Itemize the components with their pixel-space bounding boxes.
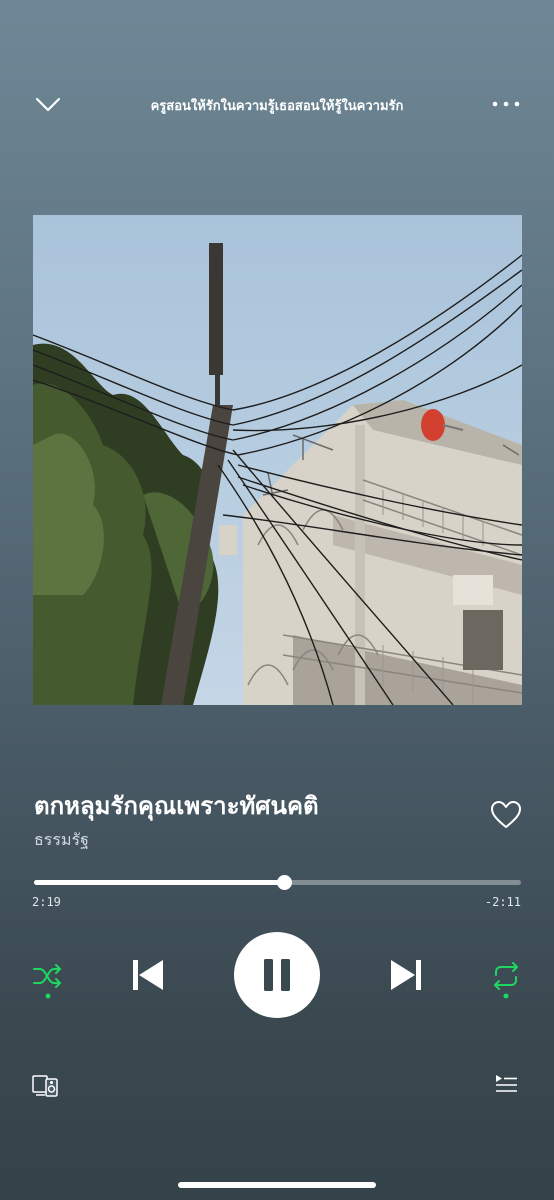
devices-icon xyxy=(32,1075,58,1097)
elapsed-time: 2:19 xyxy=(32,895,61,909)
playlist-title: ครูสอนให้รักในความรู้เธอสอนให้รู้ในความร… xyxy=(150,99,404,114)
previous-button[interactable] xyxy=(130,957,166,993)
heart-icon xyxy=(491,801,521,828)
progress-handle[interactable] xyxy=(277,875,293,890)
repeat-icon xyxy=(494,962,518,999)
shuffle-icon xyxy=(33,964,61,999)
home-indicator[interactable] xyxy=(178,1182,376,1188)
skip-next-icon xyxy=(391,960,421,990)
queue-button[interactable] xyxy=(494,1074,518,1096)
pause-button[interactable] xyxy=(234,932,320,1018)
chevron-down-icon xyxy=(35,97,61,112)
track-artist[interactable]: ธรรมรัฐ xyxy=(34,828,89,853)
progress-bar[interactable] xyxy=(34,875,521,890)
progress-fill xyxy=(34,880,285,885)
next-button[interactable] xyxy=(388,957,424,993)
more-horizontal-icon xyxy=(492,101,520,107)
remaining-time: -2:11 xyxy=(484,895,521,909)
more-button[interactable] xyxy=(490,96,522,112)
like-button[interactable] xyxy=(490,800,522,830)
pause-icon xyxy=(264,959,290,991)
album-artwork xyxy=(33,215,522,705)
queue-icon xyxy=(496,1075,517,1092)
track-title: ตกหลุมรักคุณเพราะทัศนคติ xyxy=(34,792,319,820)
repeat-button[interactable] xyxy=(490,960,522,1000)
shuffle-button[interactable] xyxy=(32,960,64,1000)
skip-previous-icon xyxy=(133,960,163,990)
devices-button[interactable] xyxy=(32,1074,60,1098)
collapse-button[interactable] xyxy=(34,94,62,116)
